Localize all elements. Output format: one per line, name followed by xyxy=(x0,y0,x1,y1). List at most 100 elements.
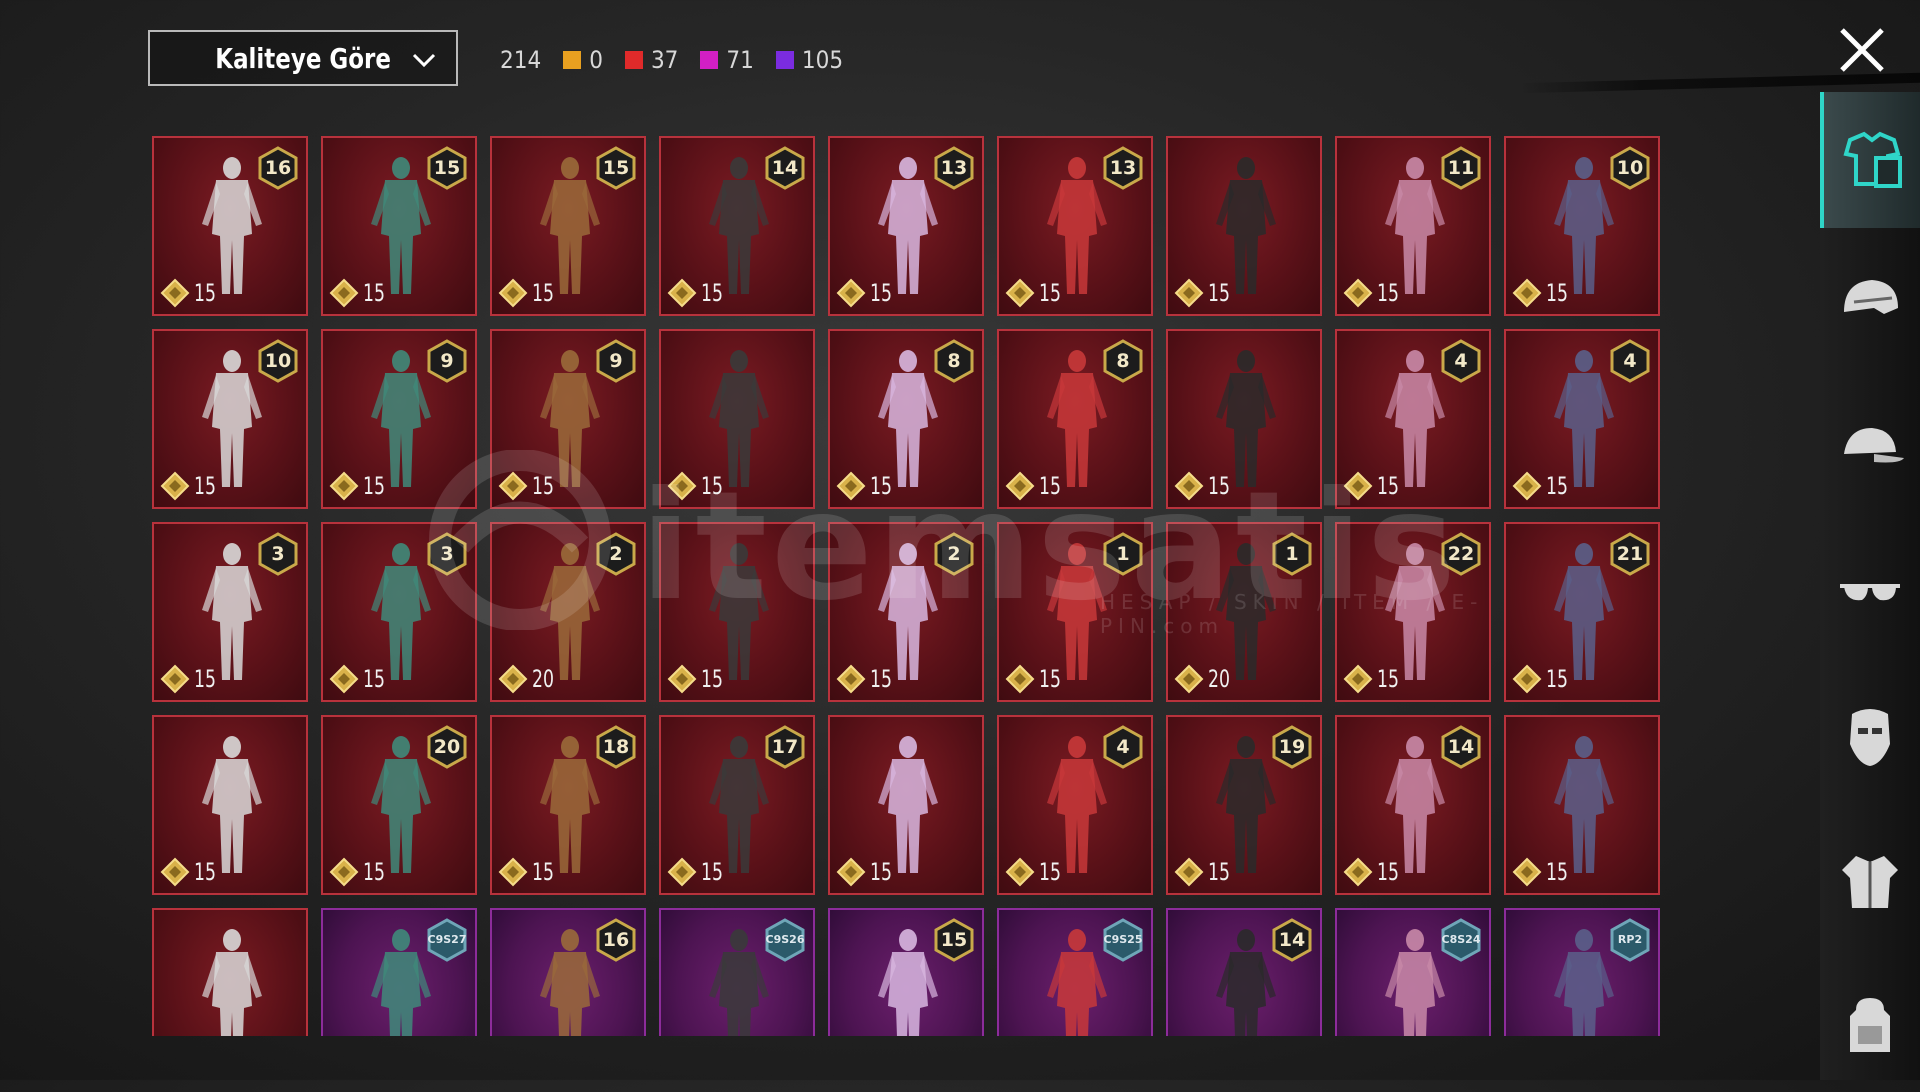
outfit-card[interactable] xyxy=(152,908,308,1036)
item-cost-value: 15 xyxy=(363,472,385,500)
coin-icon xyxy=(160,664,190,694)
outfit-card[interactable]: 15 xyxy=(659,329,815,509)
coin-icon xyxy=(498,471,528,501)
outfit-card[interactable]: 4 15 xyxy=(1335,329,1491,509)
outfit-card[interactable]: 8 15 xyxy=(828,329,984,509)
outfit-card[interactable]: 1 15 xyxy=(997,522,1153,702)
sidebar-tab-backpack[interactable] xyxy=(1820,956,1920,1092)
sidebar-tab-jacket[interactable] xyxy=(1820,812,1920,948)
item-cost: 15 xyxy=(329,664,390,694)
outfit-card[interactable]: 2 20 xyxy=(490,522,646,702)
item-cost-value: 15 xyxy=(532,279,554,307)
outfit-card[interactable]: 11 15 xyxy=(1335,136,1491,316)
outfit-card[interactable]: 15 15 xyxy=(490,136,646,316)
outfit-card[interactable]: 15 xyxy=(152,715,308,895)
outfit-card[interactable]: C9S26 xyxy=(659,908,815,1036)
quality-counts: 214 0 37 71 105 xyxy=(500,42,843,78)
outfit-card[interactable]: C8S24 xyxy=(1335,908,1491,1036)
coin-icon xyxy=(836,857,866,887)
item-cost: 15 xyxy=(329,471,390,501)
outfit-card[interactable]: 19 15 xyxy=(1166,715,1322,895)
outfit-card[interactable]: 14 15 xyxy=(1335,715,1491,895)
outfit-card[interactable]: 8 15 xyxy=(997,329,1153,509)
item-cost: 15 xyxy=(667,664,728,694)
outfit-card[interactable]: 13 15 xyxy=(828,136,984,316)
outfit-card[interactable]: 14 xyxy=(1166,908,1322,1036)
outfit-card[interactable]: 13 15 xyxy=(997,136,1153,316)
outfit-card[interactable]: 22 15 xyxy=(1335,522,1491,702)
tier-badge-value: 17 xyxy=(771,736,799,758)
item-cost: 15 xyxy=(1343,471,1404,501)
outfit-card[interactable]: 2 15 xyxy=(828,522,984,702)
outfit-card[interactable]: 17 15 xyxy=(659,715,815,895)
outfit-card[interactable]: 4 15 xyxy=(1504,329,1660,509)
tier-badge-value: 16 xyxy=(264,157,292,179)
coin-icon xyxy=(1174,471,1204,501)
outfit-card[interactable]: 1 20 xyxy=(1166,522,1322,702)
item-cost: 15 xyxy=(1005,471,1066,501)
outfit-card[interactable]: 15 xyxy=(828,715,984,895)
outfit-card[interactable]: 15 xyxy=(659,522,815,702)
outfit-card[interactable]: 14 15 xyxy=(659,136,815,316)
outfit-card[interactable]: C9S27 xyxy=(321,908,477,1036)
outfit-card[interactable]: 9 15 xyxy=(490,329,646,509)
sidebar-tab-glasses[interactable] xyxy=(1820,524,1920,660)
item-cost: 15 xyxy=(1512,471,1573,501)
coin-icon xyxy=(836,278,866,308)
coin-icon xyxy=(329,471,359,501)
item-cost-value: 15 xyxy=(532,472,554,500)
outfit-card[interactable]: 9 15 xyxy=(321,329,477,509)
outfit-card[interactable]: 3 15 xyxy=(152,522,308,702)
top-bar: Kaliteye Göre 214 0 37 71 105 xyxy=(0,0,1920,120)
outfit-card[interactable]: 10 15 xyxy=(1504,136,1660,316)
tier-badge-value: 3 xyxy=(440,543,454,565)
item-cost: 15 xyxy=(1005,857,1066,887)
outfit-card[interactable]: 16 xyxy=(490,908,646,1036)
sidebar-tab-helmet[interactable] xyxy=(1820,236,1920,372)
violet-swatch xyxy=(775,51,794,69)
magenta-swatch xyxy=(700,51,719,69)
item-cost: 15 xyxy=(1512,278,1573,308)
coin-icon xyxy=(667,278,697,308)
coin-icon xyxy=(160,471,190,501)
outfit-card[interactable]: 15 xyxy=(1166,329,1322,509)
coin-icon xyxy=(667,857,697,887)
sort-dropdown[interactable]: Kaliteye Göre xyxy=(148,30,458,86)
sidebar-tab-cap[interactable] xyxy=(1820,380,1920,516)
outfit-card[interactable]: C9S25 xyxy=(997,908,1153,1036)
outfit-card[interactable]: 15 15 xyxy=(321,136,477,316)
outfit-card[interactable]: 10 15 xyxy=(152,329,308,509)
sidebar-tab-outfit[interactable] xyxy=(1820,92,1920,228)
coin-icon xyxy=(667,664,697,694)
outfit-card[interactable]: 15 xyxy=(1166,136,1322,316)
coin-icon xyxy=(1343,857,1373,887)
item-cost: 15 xyxy=(836,471,897,501)
coin-icon xyxy=(160,857,190,887)
outfit-card[interactable]: 15 xyxy=(1504,715,1660,895)
item-cost-value: 15 xyxy=(363,665,385,693)
outfit-card[interactable]: 4 15 xyxy=(997,715,1153,895)
item-cost-value: 15 xyxy=(194,279,216,307)
outfit-card[interactable]: 3 15 xyxy=(321,522,477,702)
sidebar-tab-mask[interactable] xyxy=(1820,668,1920,804)
item-cost-value: 15 xyxy=(870,665,892,693)
item-cost-value: 15 xyxy=(870,858,892,886)
item-cost-value: 15 xyxy=(1377,472,1399,500)
tier-badge-value: 4 xyxy=(1623,350,1637,372)
outfit-card[interactable]: 21 15 xyxy=(1504,522,1660,702)
outfit-card[interactable]: 15 xyxy=(828,908,984,1036)
helmet-icon xyxy=(1844,280,1898,314)
close-icon[interactable] xyxy=(1836,24,1888,76)
tier-badge-value: 3 xyxy=(271,543,285,565)
item-cost: 15 xyxy=(836,278,897,308)
outfit-card[interactable]: 16 15 xyxy=(152,136,308,316)
count-orange: 0 xyxy=(563,46,603,74)
tier-badge-value: 16 xyxy=(602,929,630,951)
tier-badge-value: 9 xyxy=(440,350,454,372)
item-cost-value: 15 xyxy=(870,279,892,307)
outfit-card[interactable]: 18 15 xyxy=(490,715,646,895)
outfit-card[interactable]: 20 15 xyxy=(321,715,477,895)
item-cost: 15 xyxy=(667,278,728,308)
item-cost-value: 15 xyxy=(1546,665,1568,693)
outfit-card[interactable]: RP2 xyxy=(1504,908,1660,1036)
